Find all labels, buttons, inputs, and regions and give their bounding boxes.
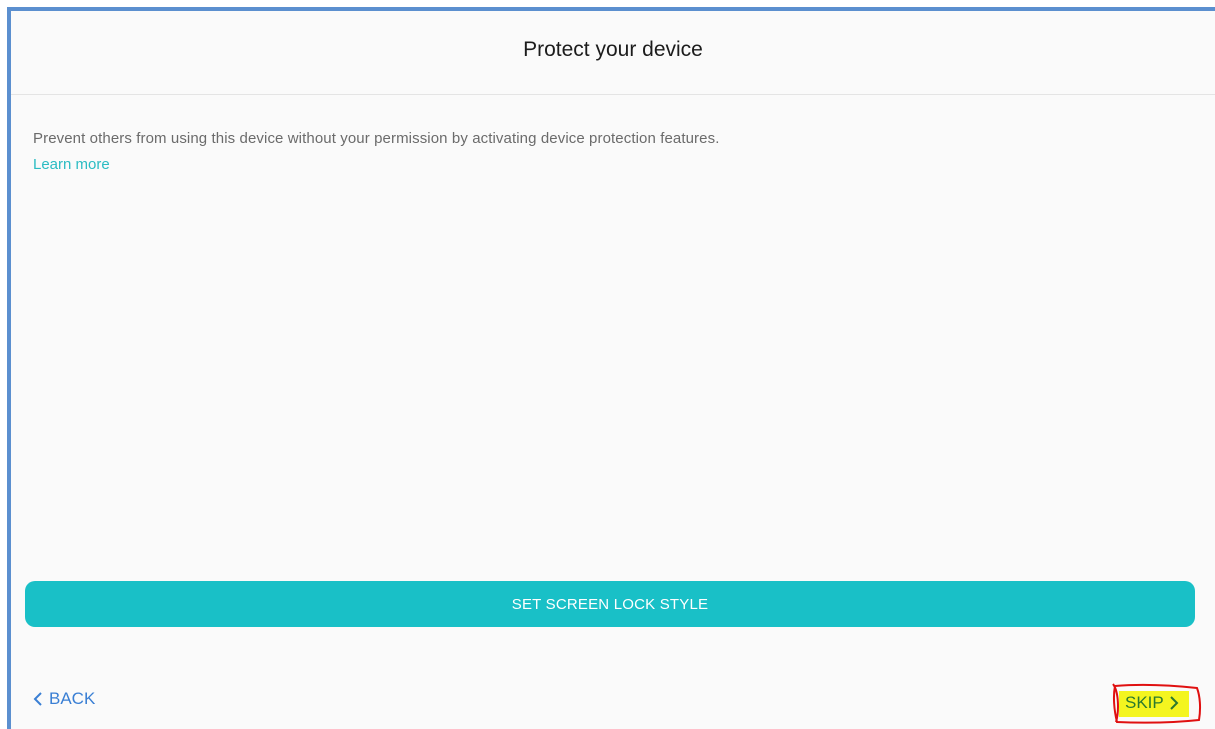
set-screen-lock-style-button[interactable]: SET SCREEN LOCK STYLE — [25, 581, 1195, 627]
chevron-right-icon — [1169, 695, 1179, 711]
skip-button[interactable]: SKIP — [1125, 693, 1179, 713]
back-label: BACK — [49, 689, 96, 708]
back-button[interactable]: BACK — [33, 689, 95, 709]
page-title: Protect your device — [523, 37, 703, 61]
skip-area: SKIP — [1109, 682, 1203, 726]
learn-more-link[interactable]: Learn more — [33, 152, 110, 178]
skip-label: SKIP — [1125, 693, 1164, 712]
setup-screen: Protect your device Prevent others from … — [7, 7, 1215, 729]
description-text: Prevent others from using this device wi… — [33, 130, 720, 147]
chevron-left-icon — [33, 691, 43, 707]
content-area: Prevent others from using this device wi… — [33, 126, 1183, 178]
header-bar: Protect your device — [11, 11, 1215, 95]
